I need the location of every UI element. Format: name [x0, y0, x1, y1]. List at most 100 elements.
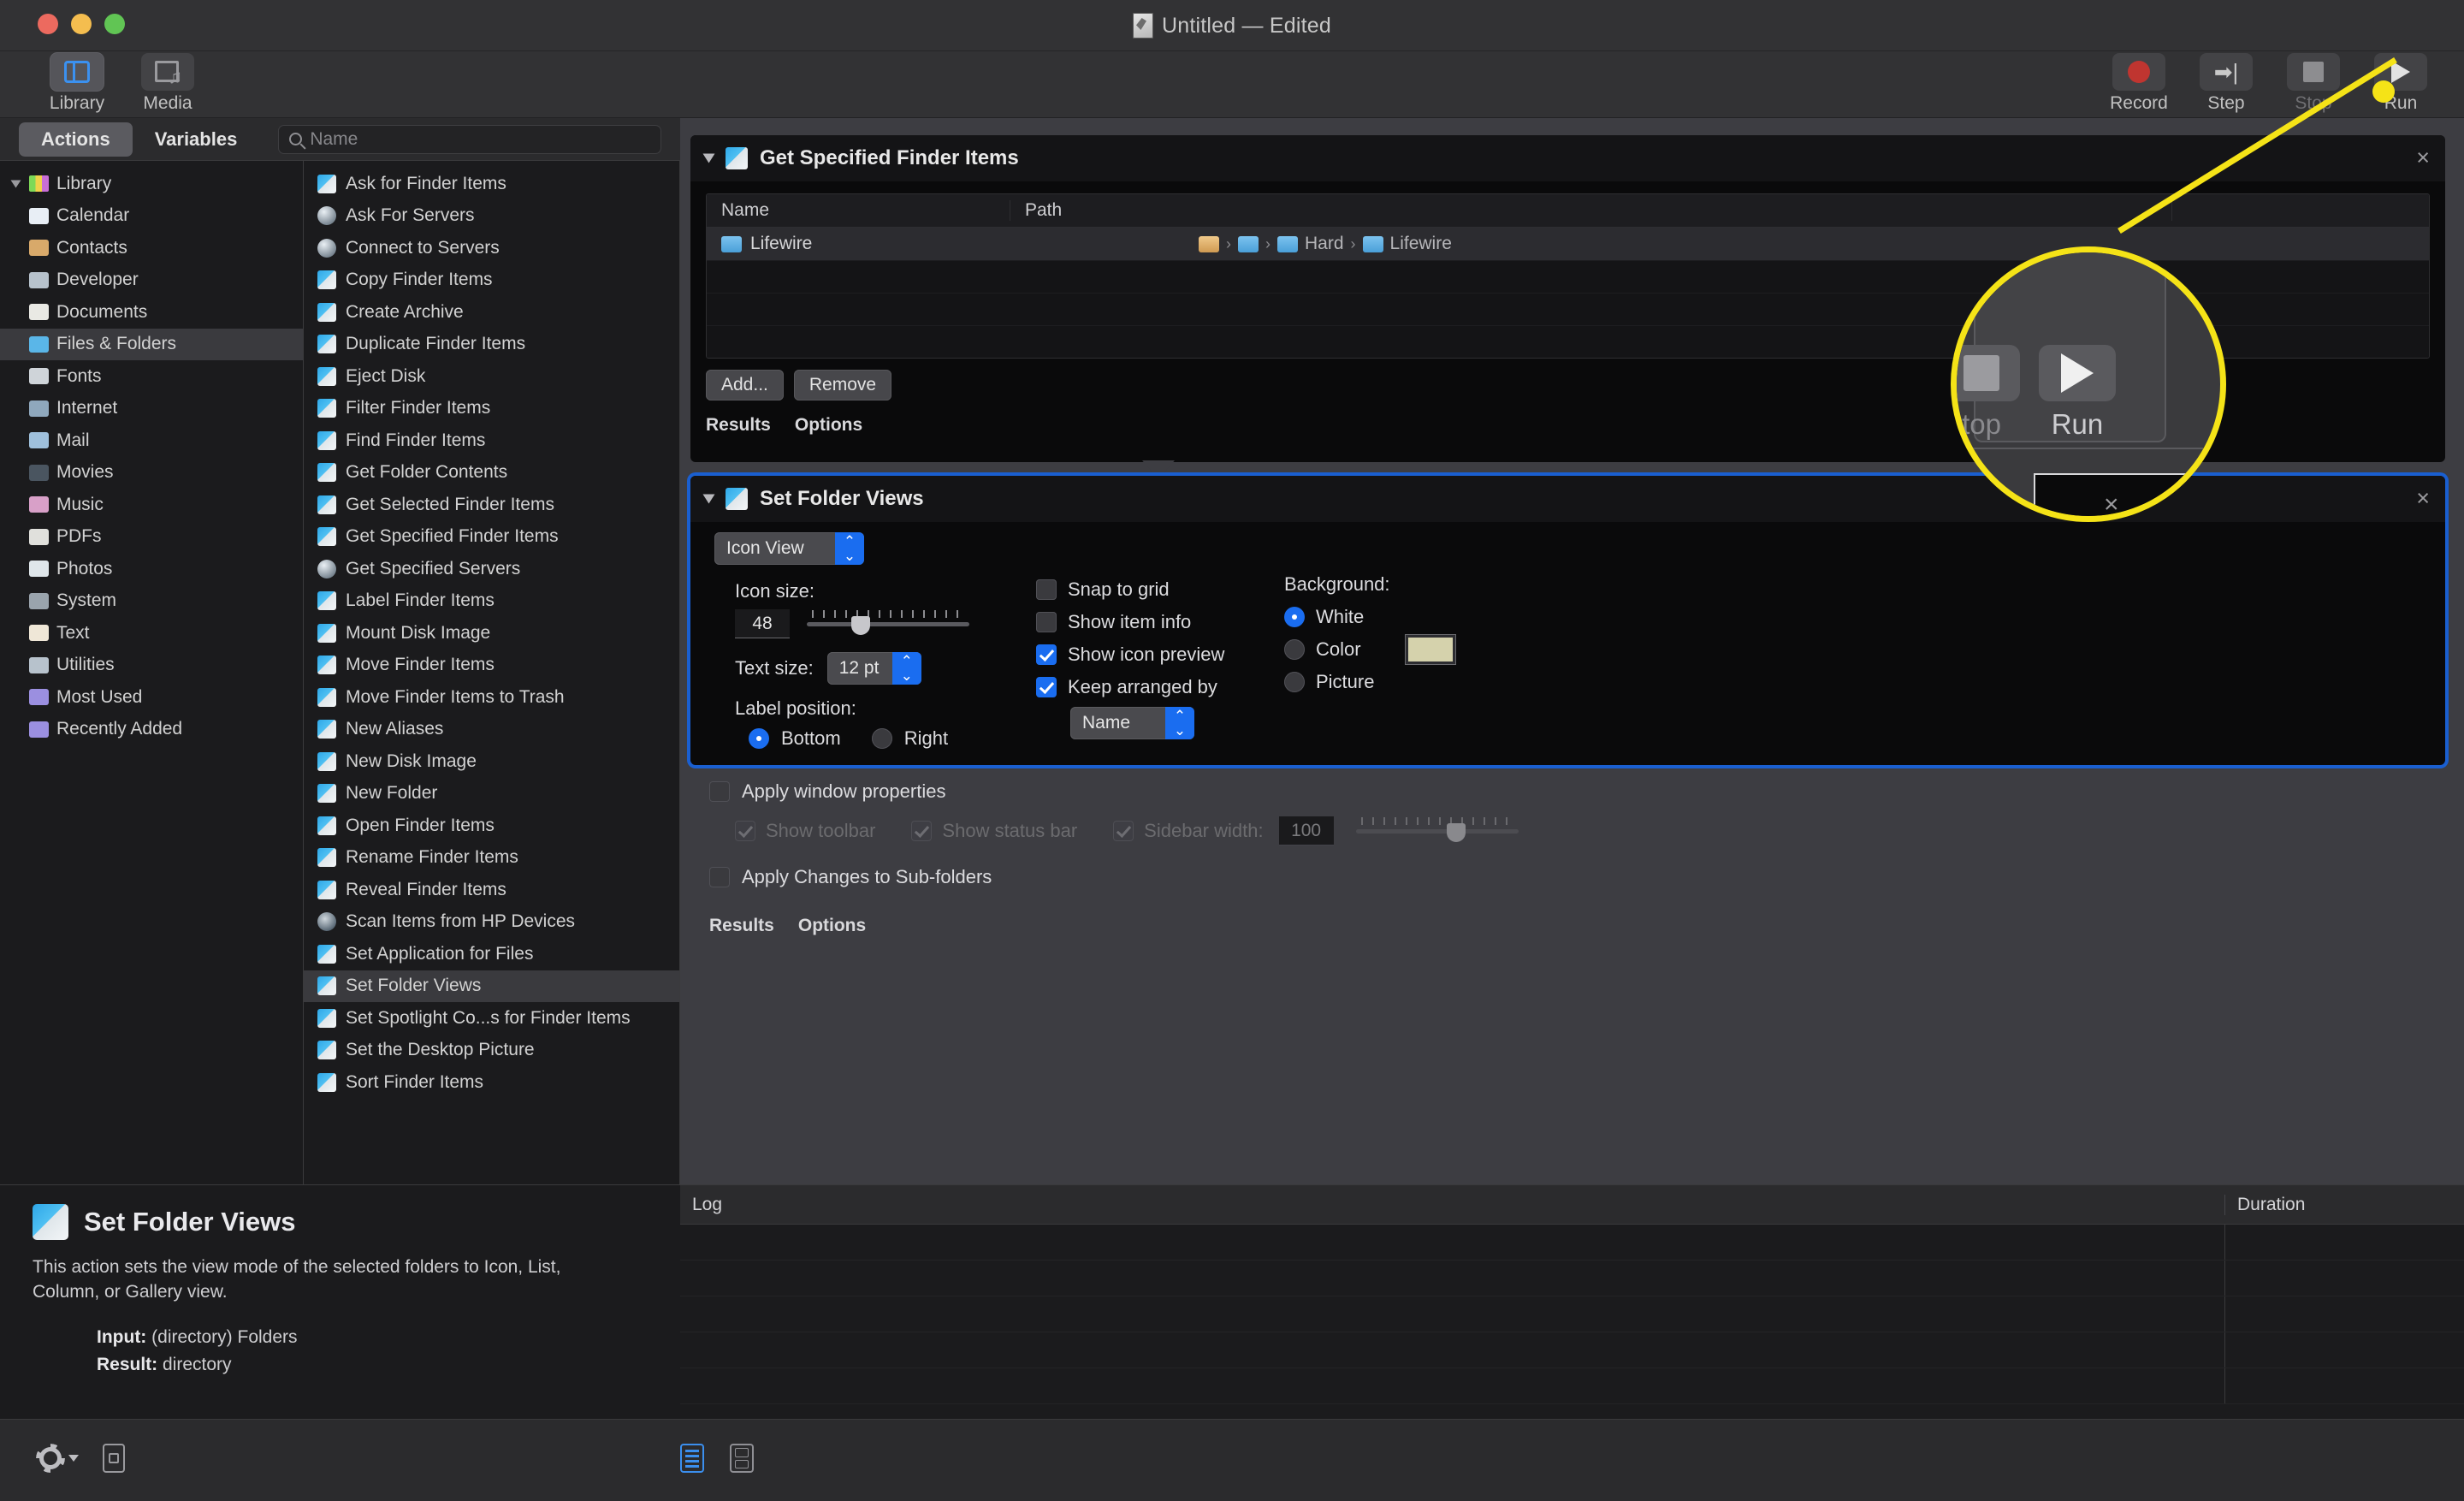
icon-size-field[interactable]: 48: [735, 609, 790, 638]
action-item-get-specified-servers[interactable]: Get Specified Servers: [304, 553, 679, 585]
action-item-move-finder-items[interactable]: Move Finder Items: [304, 650, 679, 682]
action-item-set-folder-views[interactable]: Set Folder Views: [304, 970, 679, 1002]
action-item-set-application-for-files[interactable]: Set Application for Files: [304, 938, 679, 970]
step-button[interactable]: ➡| Step: [2187, 53, 2266, 114]
gear-menu-button[interactable]: [39, 1447, 79, 1469]
action-item-move-finder-items-to-trash[interactable]: Move Finder Items to Trash: [304, 681, 679, 714]
checkbox-list-icon[interactable]: [103, 1444, 125, 1473]
library-item-internet[interactable]: Internet: [0, 393, 303, 425]
checkbox-show-toolbar[interactable]: [735, 821, 755, 841]
action-item-mount-disk-image[interactable]: Mount Disk Image: [304, 617, 679, 650]
action-item-ask-for-finder-items[interactable]: Ask for Finder Items: [304, 168, 679, 200]
disclosure-triangle-icon[interactable]: [10, 180, 21, 188]
action2-close-icon[interactable]: ×: [2416, 487, 2430, 510]
column-header-path[interactable]: Path: [1010, 200, 2172, 221]
remove-button[interactable]: Remove: [793, 370, 892, 400]
library-group-most-used[interactable]: Most Used: [0, 681, 303, 714]
checkbox-show-item-info-row[interactable]: Show item info: [1036, 606, 1224, 638]
radio-white-row[interactable]: White: [1284, 601, 1453, 633]
slider-knob[interactable]: [1447, 823, 1466, 842]
search-input[interactable]: Name: [278, 124, 661, 154]
action-item-new-folder[interactable]: New Folder: [304, 778, 679, 810]
checkbox-keep-arranged-by-row[interactable]: Keep arranged by: [1036, 671, 1224, 703]
action-item-ask-for-servers[interactable]: Ask For Servers: [304, 200, 679, 233]
text-size-dropdown[interactable]: 12 pt ⌃ ⌄: [826, 652, 921, 685]
library-item-fonts[interactable]: Fonts: [0, 360, 303, 393]
action-item-new-aliases[interactable]: New Aliases: [304, 714, 679, 746]
action-item-eject-disk[interactable]: Eject Disk: [304, 360, 679, 393]
radio-color-row[interactable]: Color: [1284, 633, 1453, 666]
action-item-reveal-finder-items[interactable]: Reveal Finder Items: [304, 874, 679, 906]
toolbar-library-button[interactable]: Library: [38, 53, 116, 114]
library-item-photos[interactable]: Photos: [0, 553, 303, 585]
duration-column-header[interactable]: Duration: [2224, 1194, 2464, 1215]
action-item-new-disk-image[interactable]: New Disk Image: [304, 745, 679, 778]
action1-tab-options[interactable]: Options: [795, 415, 862, 436]
action-item-scan-items-from-hp-devices[interactable]: Scan Items from HP Devices: [304, 906, 679, 939]
radio-bottom[interactable]: [749, 728, 769, 749]
library-item-documents[interactable]: Documents: [0, 296, 303, 329]
checkbox-snap-to-grid[interactable]: [1036, 579, 1057, 600]
action1-close-icon[interactable]: ×: [2416, 146, 2430, 169]
disclosure-triangle-icon[interactable]: [702, 494, 715, 504]
background-color-swatch[interactable]: [1407, 638, 1453, 662]
tab-actions[interactable]: Actions: [19, 122, 133, 157]
zoomed-run-button[interactable]: [2039, 345, 2116, 401]
checkbox-snap-to-grid-row[interactable]: Snap to grid: [1036, 573, 1224, 606]
library-item-text[interactable]: Text: [0, 617, 303, 650]
toolbar-media-button[interactable]: Media: [128, 53, 207, 114]
action-item-copy-finder-items[interactable]: Copy Finder Items: [304, 264, 679, 297]
action-item-find-finder-items[interactable]: Find Finder Items: [304, 424, 679, 457]
record-button[interactable]: Record: [2100, 53, 2178, 114]
library-item-developer[interactable]: Developer: [0, 264, 303, 297]
library-item-music[interactable]: Music: [0, 489, 303, 521]
radio-background-white[interactable]: [1284, 607, 1305, 627]
library-item-mail[interactable]: Mail: [0, 424, 303, 457]
library-root-row[interactable]: Library: [0, 168, 303, 200]
action-item-open-finder-items[interactable]: Open Finder Items: [304, 810, 679, 842]
radio-background-picture[interactable]: [1284, 672, 1305, 692]
action-item-set-the-desktop-picture[interactable]: Set the Desktop Picture: [304, 1035, 679, 1067]
radio-background-color[interactable]: [1284, 639, 1305, 660]
checkbox-apply-window-properties[interactable]: [709, 781, 730, 802]
library-item-contacts[interactable]: Contacts: [0, 232, 303, 264]
run-button[interactable]: Run: [2361, 53, 2440, 114]
action-set-folder-views[interactable]: Set Folder Views × Icon View ⌃ ⌄ Icon siz…: [690, 476, 2445, 935]
action-item-connect-to-servers[interactable]: Connect to Servers: [304, 232, 679, 264]
action-item-rename-finder-items[interactable]: Rename Finder Items: [304, 842, 679, 875]
library-item-pdfs[interactable]: PDFs: [0, 521, 303, 554]
view-mode-dropdown[interactable]: Icon View ⌃ ⌄: [714, 532, 864, 565]
column-header-name[interactable]: Name: [707, 200, 1010, 221]
action2-tab-options[interactable]: Options: [798, 916, 866, 936]
radio-picture-row[interactable]: Picture: [1284, 666, 1453, 698]
action-item-set-spotlight-co-s-for-finder-items[interactable]: Set Spotlight Co...s for Finder Items: [304, 1002, 679, 1035]
radio-right[interactable]: [871, 728, 892, 749]
disclosure-triangle-icon[interactable]: [702, 153, 715, 163]
apply-subfolders-row[interactable]: Apply Changes to Sub-folders: [709, 866, 992, 888]
icon-size-slider[interactable]: [807, 610, 969, 635]
tab-variables[interactable]: Variables: [133, 122, 260, 157]
zoomed-stop-button[interactable]: [1957, 345, 2020, 401]
checkbox-keep-arranged-by[interactable]: [1036, 677, 1057, 697]
list-view-icon[interactable]: [680, 1444, 704, 1473]
library-item-calendar[interactable]: Calendar: [0, 200, 303, 233]
library-group-recently-added[interactable]: Recently Added: [0, 714, 303, 746]
action2-tab-results[interactable]: Results: [709, 916, 774, 936]
add-button[interactable]: Add...: [706, 370, 784, 400]
group-view-icon[interactable]: [730, 1444, 754, 1473]
slider-knob[interactable]: [850, 616, 870, 635]
library-item-system[interactable]: System: [0, 585, 303, 618]
apply-window-properties-row[interactable]: Apply window properties: [709, 780, 945, 803]
action-item-get-specified-finder-items[interactable]: Get Specified Finder Items: [304, 521, 679, 554]
checkbox-show-icon-preview-row[interactable]: Show icon preview: [1036, 638, 1224, 671]
sidebar-width-field[interactable]: 100: [1278, 816, 1334, 845]
stop-button[interactable]: Stop: [2274, 53, 2353, 114]
arrange-by-dropdown[interactable]: Name ⌃ ⌄: [1070, 707, 1194, 739]
action-item-get-selected-finder-items[interactable]: Get Selected Finder Items: [304, 489, 679, 521]
checkbox-sidebar-width[interactable]: [1113, 821, 1134, 841]
action1-header[interactable]: Get Specified Finder Items ×: [690, 135, 2445, 181]
action-item-create-archive[interactable]: Create Archive: [304, 296, 679, 329]
action-item-sort-finder-items[interactable]: Sort Finder Items: [304, 1066, 679, 1099]
library-item-utilities[interactable]: Utilities: [0, 650, 303, 682]
action-item-duplicate-finder-items[interactable]: Duplicate Finder Items: [304, 329, 679, 361]
